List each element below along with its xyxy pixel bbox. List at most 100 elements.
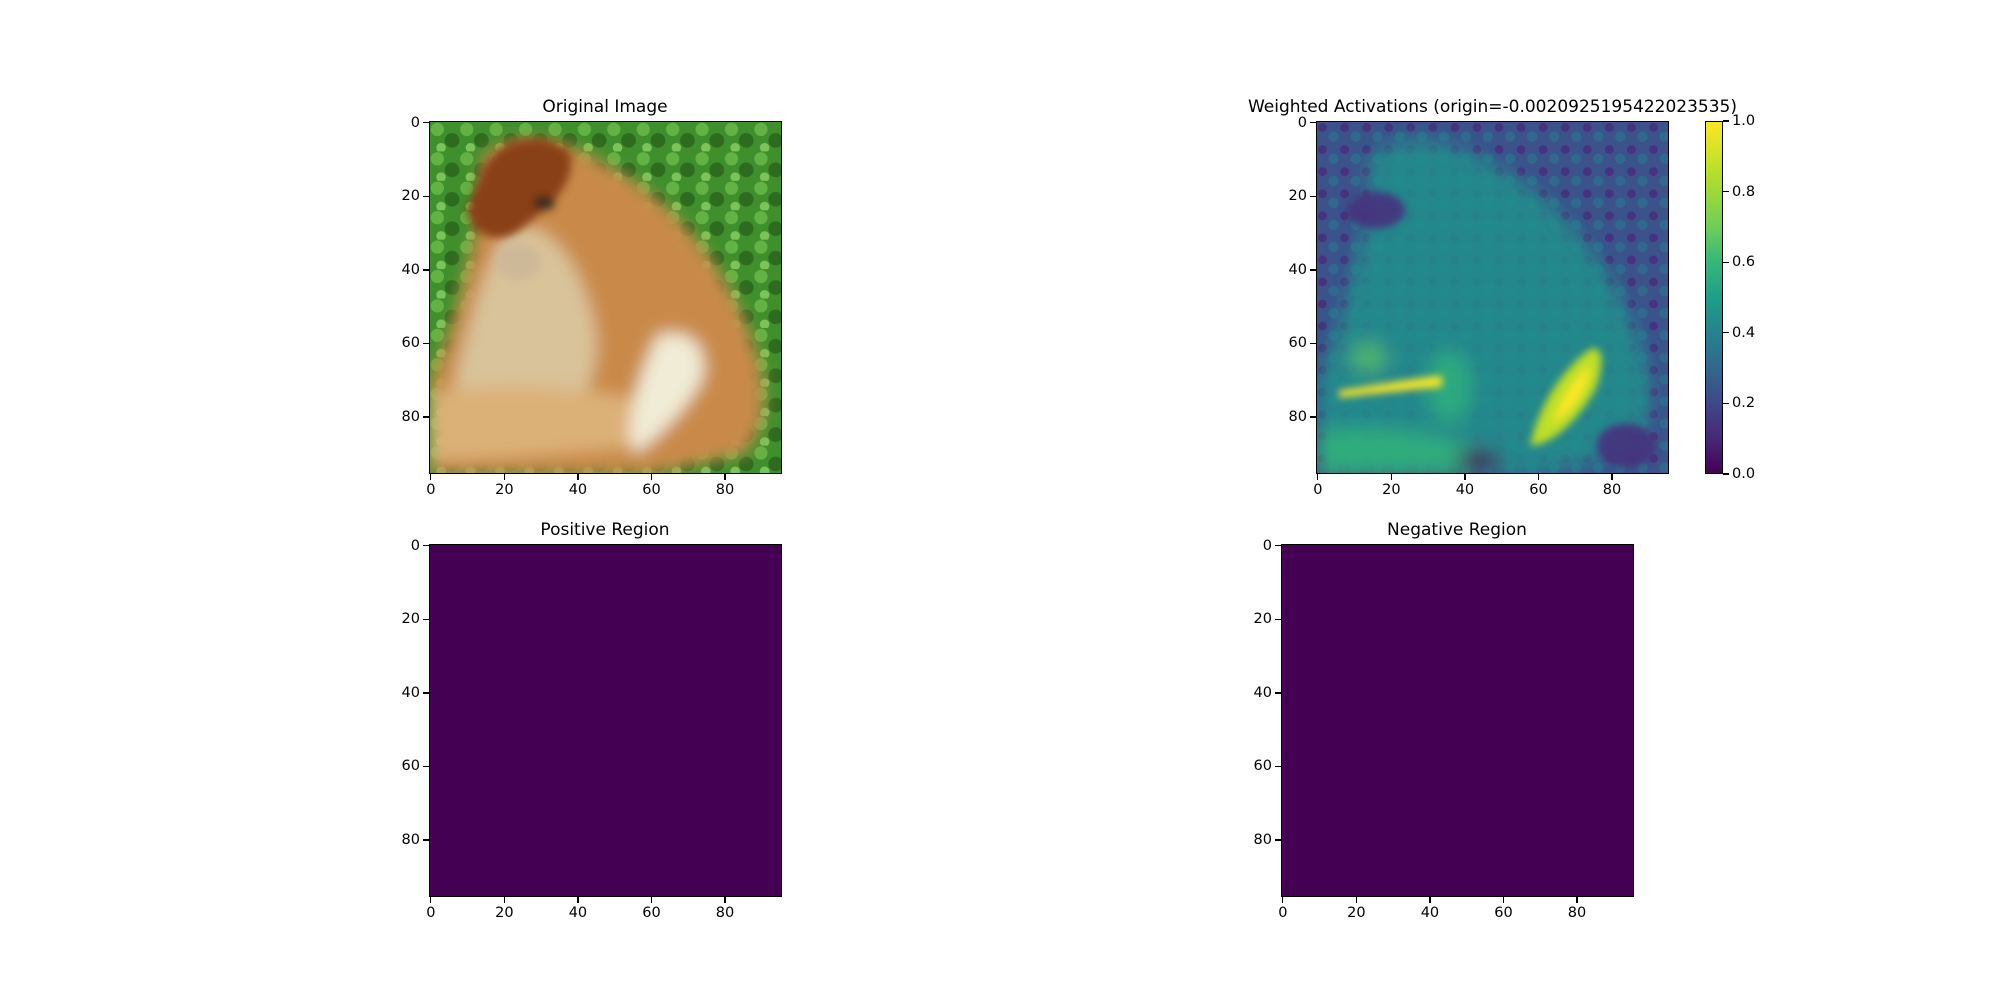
figure: Original Image Weighted Activations (ori… (0, 0, 2000, 1000)
negative-x-tick (1502, 897, 1505, 903)
weighted-x-tick (1317, 474, 1319, 480)
colorbar-tick (1723, 120, 1729, 122)
positive-x-tick (430, 897, 432, 903)
weighted-x-tick (1537, 474, 1540, 480)
negative-y-tick-label: 0 (1262, 537, 1272, 554)
original-y-tick-label: 60 (401, 335, 420, 352)
weighted-y-tick-label: 0 (1297, 114, 1307, 131)
colorbar-tick (1723, 261, 1729, 263)
weighted-y-tick-label: 80 (1288, 409, 1307, 425)
negative-y-tick (1275, 839, 1281, 841)
original-x-tick-label: 0 (426, 482, 436, 498)
original-y-tick-label: 40 (401, 261, 420, 278)
weighted-x-tick-label: 20 (1382, 482, 1401, 498)
negative-x-tick-label: 60 (1494, 905, 1513, 921)
negative-x-tick (1282, 897, 1284, 903)
positive-y-tick (423, 839, 429, 841)
colorbar (1705, 121, 1723, 474)
colorbar-tick-label: 0.0 (1732, 466, 1756, 482)
original-x-tick-label: 60 (642, 482, 661, 498)
weighted-x-tick-label: 60 (1529, 482, 1548, 498)
original-image-title: Original Image (542, 97, 668, 117)
weighted-y-tick-label: 20 (1288, 188, 1307, 205)
negative-y-tick-label: 60 (1253, 758, 1272, 775)
original-image-raster (430, 122, 781, 473)
colorbar-tick-label: 0.6 (1732, 254, 1756, 271)
weighted-x-tick (1611, 474, 1613, 480)
negative-x-tick (1429, 897, 1431, 903)
positive-region-plot (429, 544, 782, 897)
original-x-tick (503, 474, 505, 480)
positive-y-tick (423, 545, 429, 547)
original-y-tick (423, 269, 429, 271)
positive-x-tick-label: 80 (715, 905, 735, 921)
positive-region-fill (430, 545, 781, 896)
weighted-y-tick (1310, 195, 1316, 197)
positive-x-tick-label: 40 (568, 905, 588, 921)
positive-y-tick-label: 40 (401, 684, 420, 701)
positive-y-tick (423, 692, 429, 694)
original-x-tick-label: 20 (495, 482, 514, 498)
positive-y-tick-label: 0 (410, 537, 420, 554)
weighted-x-tick (1464, 474, 1466, 480)
original-y-tick-label: 20 (401, 188, 420, 205)
positive-x-tick-label: 0 (426, 905, 436, 921)
negative-y-tick (1275, 545, 1281, 547)
positive-x-tick-label: 20 (495, 905, 514, 921)
colorbar-tick (1723, 191, 1729, 193)
weighted-y-tick-label: 60 (1288, 335, 1307, 352)
original-y-tick-label: 80 (401, 409, 420, 425)
original-y-tick-label: 0 (410, 114, 420, 131)
original-x-tick (577, 474, 579, 480)
negative-y-tick (1275, 692, 1281, 694)
original-y-tick (423, 342, 429, 345)
colorbar-tick-label: 1.0 (1732, 113, 1756, 129)
positive-y-tick (423, 618, 429, 620)
negative-x-tick-label: 40 (1420, 905, 1440, 921)
negative-y-tick (1275, 765, 1281, 768)
original-x-tick-label: 40 (568, 482, 588, 498)
positive-x-tick (577, 897, 579, 903)
negative-y-tick (1275, 618, 1281, 620)
negative-region-fill (1282, 545, 1633, 896)
original-y-tick (423, 195, 429, 197)
weighted-activations-raster (1317, 122, 1668, 473)
original-x-tick (430, 474, 432, 480)
negative-y-tick-label: 20 (1253, 611, 1272, 628)
colorbar-gradient (1706, 122, 1722, 473)
original-y-tick (423, 122, 429, 124)
weighted-y-tick (1310, 269, 1316, 271)
colorbar-tick (1723, 332, 1729, 334)
colorbar-tick-label: 0.2 (1732, 395, 1756, 412)
original-x-tick-label: 80 (715, 482, 735, 498)
positive-y-tick-label: 80 (401, 832, 420, 848)
negative-x-tick-label: 0 (1278, 905, 1288, 921)
weighted-x-tick-label: 40 (1455, 482, 1475, 498)
weighted-x-tick-label: 0 (1313, 482, 1323, 498)
weighted-y-tick (1310, 416, 1316, 418)
negative-region-title: Negative Region (1387, 520, 1527, 540)
original-x-tick (724, 474, 726, 480)
positive-y-tick (423, 765, 429, 768)
weighted-activations-plot (1316, 121, 1669, 474)
weighted-y-tick (1310, 122, 1316, 124)
negative-y-tick-label: 40 (1253, 684, 1272, 701)
negative-x-tick (1355, 897, 1357, 903)
negative-x-tick-label: 20 (1347, 905, 1366, 921)
weighted-activations-title: Weighted Activations (origin=-0.00209251… (1247, 97, 1737, 117)
positive-region-title: Positive Region (540, 520, 670, 540)
positive-x-tick (724, 897, 726, 903)
colorbar-tick-label: 0.4 (1732, 324, 1756, 341)
colorbar-tick (1723, 473, 1729, 475)
weighted-x-tick-label: 80 (1602, 482, 1622, 498)
negative-x-tick (1576, 897, 1578, 903)
colorbar-tick (1723, 402, 1729, 404)
negative-y-tick-label: 80 (1253, 832, 1272, 848)
original-x-tick (650, 474, 653, 480)
positive-x-tick (650, 897, 653, 903)
weighted-y-tick-label: 40 (1288, 261, 1307, 278)
positive-x-tick (503, 897, 505, 903)
positive-y-tick-label: 60 (401, 758, 420, 775)
negative-x-tick-label: 80 (1567, 905, 1587, 921)
negative-region-plot (1281, 544, 1634, 897)
